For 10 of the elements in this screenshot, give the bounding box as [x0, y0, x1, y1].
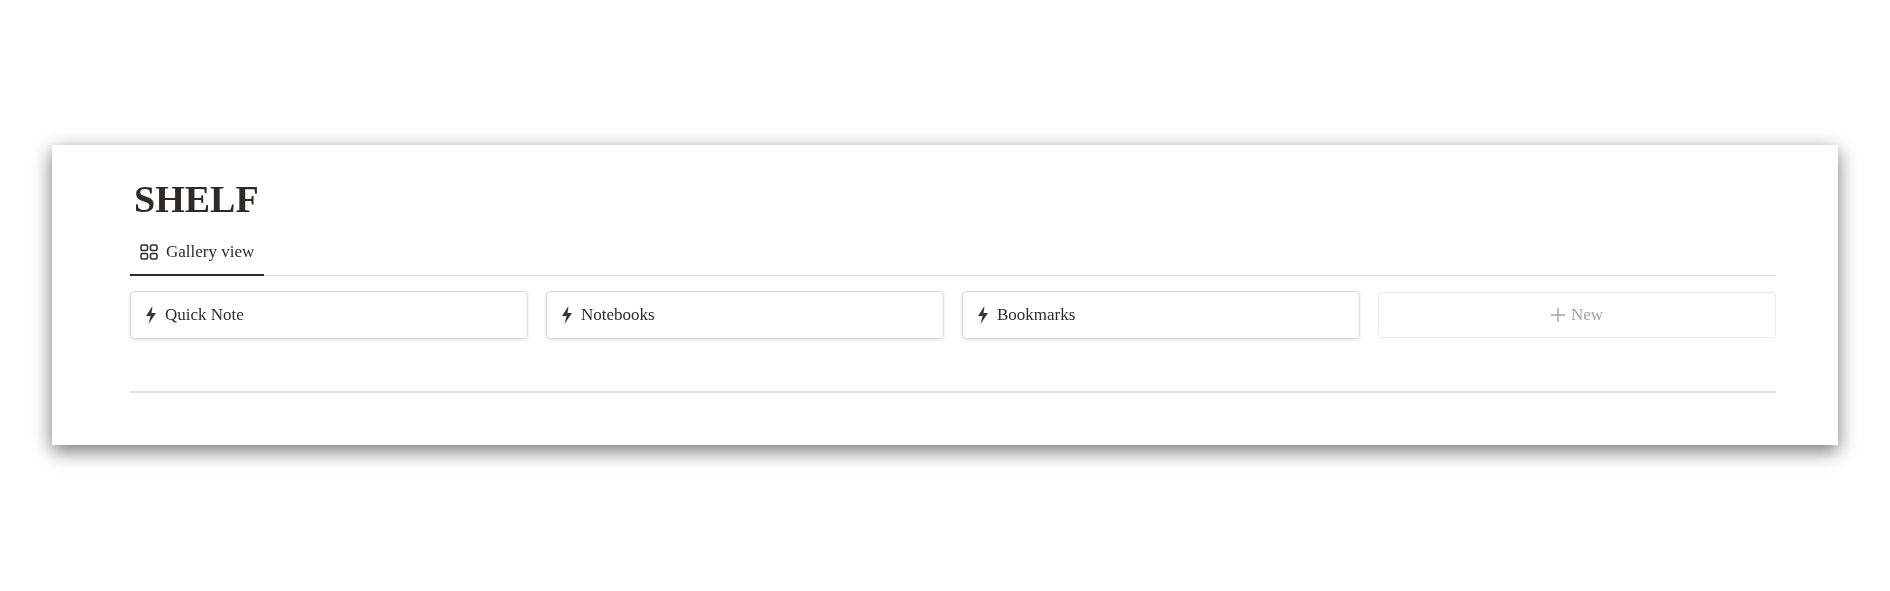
- gallery-icon: [140, 243, 158, 260]
- plus-icon: [1550, 307, 1565, 322]
- view-tab[interactable]: Gallery view: [130, 239, 265, 276]
- lightning-icon: [145, 305, 157, 324]
- page-title: SHELF: [133, 177, 260, 221]
- lightning-icon: [561, 305, 573, 324]
- gallery-card[interactable]: Notebooks: [546, 290, 944, 339]
- gallery-card[interactable]: Bookmarks: [962, 290, 1360, 339]
- gallery-card[interactable]: Quick Note: [130, 290, 528, 339]
- lightning-icon: [977, 305, 989, 324]
